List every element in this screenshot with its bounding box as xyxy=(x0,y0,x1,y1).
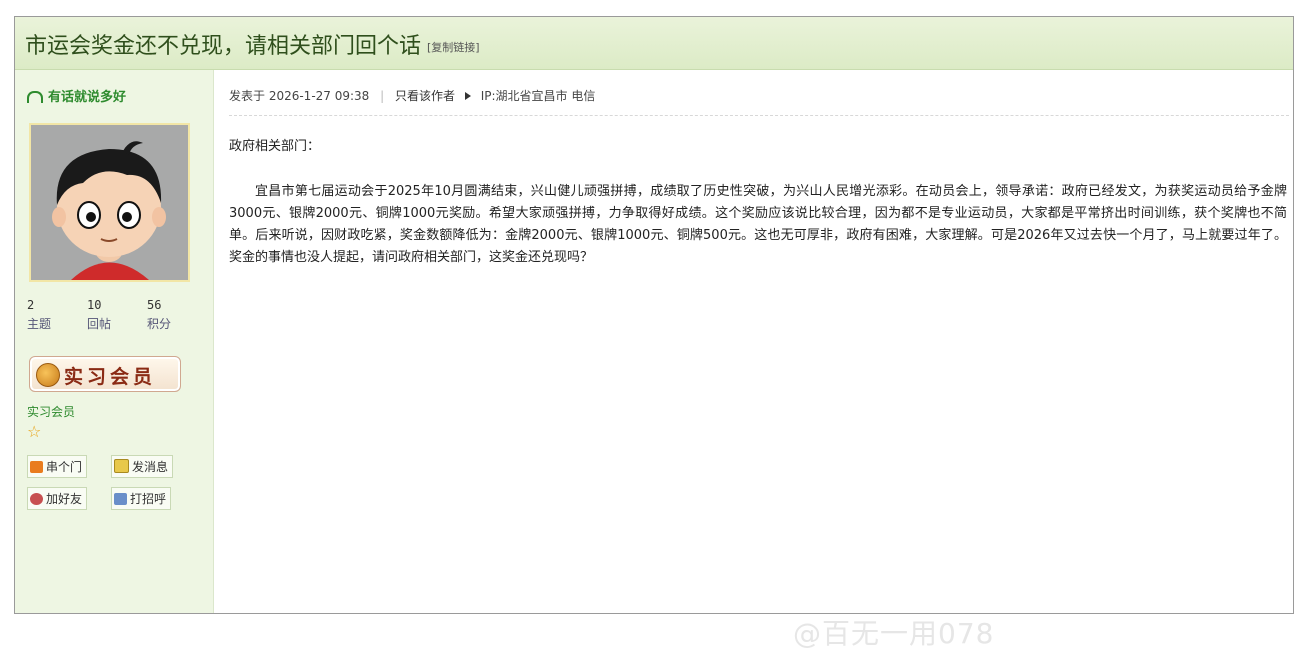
avatar[interactable] xyxy=(29,123,190,282)
meta-divider xyxy=(229,115,1289,116)
stat-points-label: 积分 xyxy=(147,317,172,331)
add-friend-button[interactable]: 加好友 xyxy=(27,487,88,510)
post-body: 宜昌市第七届运动会于2025年10月圆满结束，兴山健儿顽强拼搏，成绩取了历史性突… xyxy=(229,184,1287,265)
meta-separator: | xyxy=(380,89,385,103)
envelope-icon xyxy=(114,459,129,473)
visit-home-label: 串个门 xyxy=(46,460,83,474)
author-name: 有话就说多好 xyxy=(48,90,127,105)
send-message-button[interactable]: 发消息 xyxy=(111,455,174,478)
copy-link-button[interactable]: [复制链接] xyxy=(427,41,480,54)
cartoon-boy-avatar-icon xyxy=(31,125,188,280)
add-friend-label: 加好友 xyxy=(46,492,83,506)
weibo-watermark: @百无一用078 xyxy=(793,617,995,650)
author-name-link[interactable]: 有话就说多好 xyxy=(27,86,126,105)
stat-points-value: 56 xyxy=(147,298,162,312)
post-meta: 发表于 2026-1-27 09:38 | 只看该作者 IP:湖北省宜昌市 电信 xyxy=(229,87,595,104)
stat-points[interactable]: 56 积分 xyxy=(147,298,197,332)
only-author-link[interactable]: 只看该作者 xyxy=(395,89,455,103)
post-ip: IP:湖北省宜昌市 电信 xyxy=(480,89,596,103)
stat-replies[interactable]: 10 回帖 xyxy=(87,298,137,332)
thread-title-text: 市运会奖金还不兑现，请相关部门回个话 xyxy=(25,34,422,59)
greet-button[interactable]: 打招呼 xyxy=(111,487,172,510)
star-icon: ☆ xyxy=(27,422,42,441)
stat-topics-value: 2 xyxy=(27,298,35,312)
medal-icon xyxy=(36,363,60,387)
greet-icon xyxy=(114,493,127,505)
stat-replies-label: 回帖 xyxy=(87,317,112,331)
visit-home-button[interactable]: 串个门 xyxy=(27,455,88,478)
send-message-label: 发消息 xyxy=(132,460,169,474)
greet-label: 打招呼 xyxy=(130,492,167,506)
stat-topics-label: 主题 xyxy=(27,317,52,331)
author-sidebar: 有话就说多好 2 主题 10 回帖 56 积分 实习会员 实习会员 ☆ 串个门 … xyxy=(15,70,214,613)
thread-title-bar: 市运会奖金还不兑现，请相关部门回个话 [复制链接] xyxy=(15,17,1293,70)
stat-replies-value: 10 xyxy=(87,298,102,312)
thread-title: 市运会奖金还不兑现，请相关部门回个话 [复制链接] xyxy=(25,28,480,60)
member-badge: 实习会员 xyxy=(29,356,181,392)
add-friend-icon xyxy=(30,493,43,505)
play-arrow-icon xyxy=(464,92,471,100)
post-greeting: 政府相关部门： xyxy=(229,139,321,154)
online-user-icon xyxy=(27,91,43,103)
house-icon xyxy=(30,461,43,473)
forum-post-frame: 市运会奖金还不兑现，请相关部门回个话 [复制链接] 有话就说多好 2 主题 10… xyxy=(14,16,1294,650)
member-badge-text: 实习会员 xyxy=(64,366,157,388)
stat-topics[interactable]: 2 主题 xyxy=(27,298,77,332)
post-content: 发表于 2026-1-27 09:38 | 只看该作者 IP:湖北省宜昌市 电信… xyxy=(215,70,1293,650)
post-date: 发表于 2026-1-27 09:38 xyxy=(229,89,370,103)
member-rank: 实习会员 xyxy=(27,405,76,419)
